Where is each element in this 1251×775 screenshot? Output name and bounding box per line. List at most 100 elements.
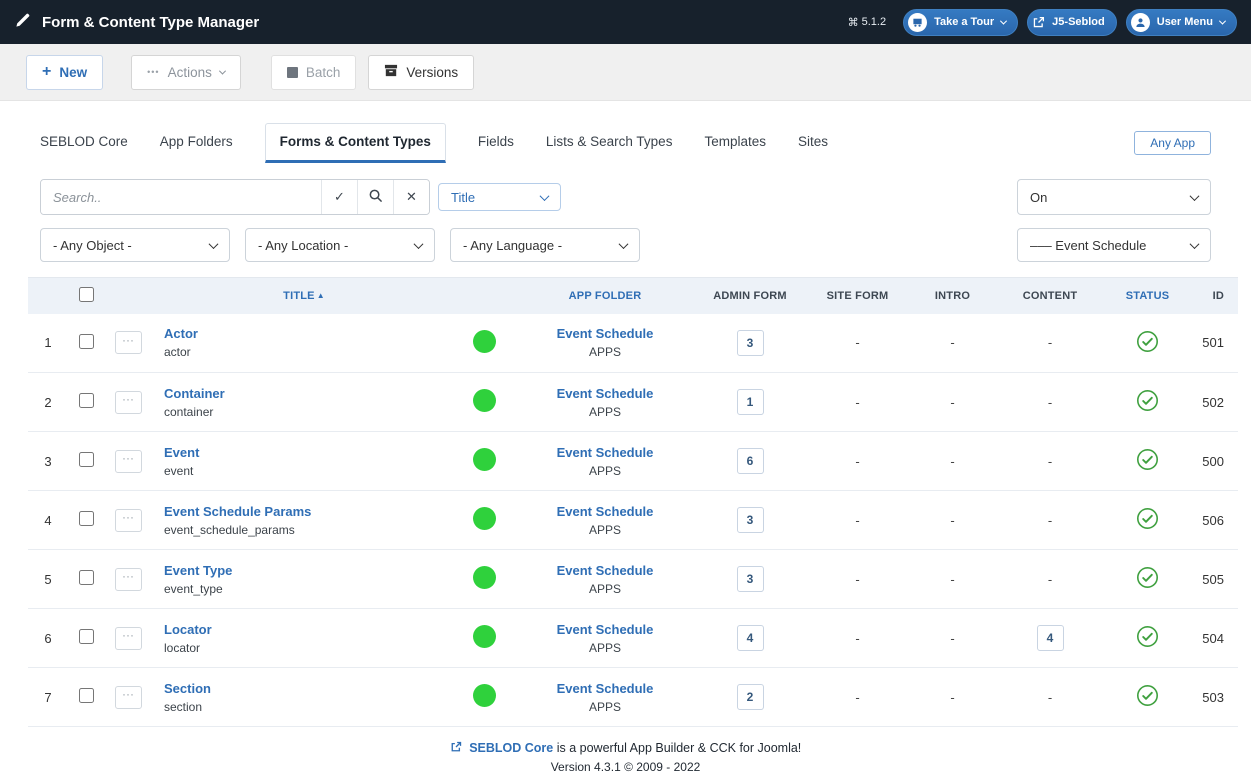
content-type-alias: container xyxy=(164,405,444,419)
chevron-down-icon xyxy=(619,239,629,249)
tab-lists-search-types[interactable]: Lists & Search Types xyxy=(546,124,673,162)
app-folder-link[interactable]: Event Schedule xyxy=(557,563,654,578)
intro-count: - xyxy=(950,631,954,646)
content-type-link[interactable]: Event Schedule Params xyxy=(164,504,311,519)
search-field-select[interactable]: Title xyxy=(438,183,561,211)
app-folder-type: APPS xyxy=(524,345,686,359)
filter-bar: ✓ ✕ Title On xyxy=(40,179,1211,215)
search-submit-button[interactable] xyxy=(357,180,393,214)
content-type-link[interactable]: Event Type xyxy=(164,563,232,578)
row-checkbox[interactable] xyxy=(79,511,94,526)
status-published-icon[interactable] xyxy=(1136,448,1159,471)
tab-templates[interactable]: Templates xyxy=(704,124,766,162)
search-input[interactable] xyxy=(41,180,321,214)
versions-button[interactable]: Versions xyxy=(368,55,474,90)
joomla-version: ⌘ 5.1.2 xyxy=(848,16,886,29)
admin-form-count[interactable]: 6 xyxy=(737,448,764,474)
language-filter-select[interactable]: - Any Language - xyxy=(450,228,640,262)
batch-button[interactable]: Batch xyxy=(271,55,357,90)
chevron-down-icon xyxy=(1000,17,1007,24)
row-checkbox[interactable] xyxy=(79,629,94,644)
table-row: 4 ··· Event Schedule Params event_schedu… xyxy=(28,491,1238,550)
row-actions-button[interactable]: ··· xyxy=(115,450,142,473)
admin-form-count[interactable]: 4 xyxy=(737,625,764,651)
any-app-button[interactable]: Any App xyxy=(1134,131,1211,155)
user-menu-button[interactable]: User Menu xyxy=(1126,9,1237,36)
admin-form-count[interactable]: 3 xyxy=(737,330,764,356)
content-type-link[interactable]: Locator xyxy=(164,622,212,637)
search-options-button[interactable]: ✓ xyxy=(321,180,357,214)
tab-forms-content-types[interactable]: Forms & Content Types xyxy=(265,123,446,163)
row-checkbox[interactable] xyxy=(79,452,94,467)
content-type-link[interactable]: Container xyxy=(164,386,225,401)
content-type-alias: event xyxy=(164,464,444,478)
new-button[interactable]: + New xyxy=(26,55,103,90)
row-actions-button[interactable]: ··· xyxy=(115,331,142,354)
app-folder-link[interactable]: Event Schedule xyxy=(557,386,654,401)
app-color-dot xyxy=(473,448,496,471)
app-folder-link[interactable]: Event Schedule xyxy=(557,504,654,519)
app-folder-type: APPS xyxy=(524,464,686,478)
take-a-tour-button[interactable]: Take a Tour xyxy=(903,9,1018,36)
col-app-color xyxy=(448,278,520,314)
status-published-icon[interactable] xyxy=(1136,684,1159,707)
actions-button[interactable]: ••• Actions xyxy=(131,55,241,90)
status-published-icon[interactable] xyxy=(1136,507,1159,530)
row-actions-button[interactable]: ··· xyxy=(115,568,142,591)
row-checkbox[interactable] xyxy=(79,688,94,703)
row-actions-button[interactable]: ··· xyxy=(115,627,142,650)
app-folder-link[interactable]: Event Schedule xyxy=(557,445,654,460)
tab-fields[interactable]: Fields xyxy=(478,124,514,162)
row-checkbox[interactable] xyxy=(79,570,94,585)
admin-form-count[interactable]: 1 xyxy=(737,389,764,415)
content-types-table: TITLE▲ APP FOLDER ADMIN FORM SITE FORM I… xyxy=(28,277,1238,727)
col-title[interactable]: TITLE▲ xyxy=(152,278,448,314)
content-type-link[interactable]: Section xyxy=(164,681,211,696)
app-folder-link[interactable]: Event Schedule xyxy=(557,622,654,637)
row-actions-button[interactable]: ··· xyxy=(115,686,142,709)
seblod-core-link[interactable]: SEBLOD Core xyxy=(469,741,553,755)
joomla-icon: ⌘ xyxy=(848,16,859,29)
content-count: - xyxy=(1048,395,1052,410)
tab-sites[interactable]: Sites xyxy=(798,124,828,162)
state-filter-select[interactable]: On xyxy=(1017,179,1211,215)
row-checkbox[interactable] xyxy=(79,393,94,408)
page-title: Form & Content Type Manager xyxy=(42,14,259,31)
row-actions-button[interactable]: ··· xyxy=(115,509,142,532)
location-filter-select[interactable]: - Any Location - xyxy=(245,228,435,262)
tab-app-folders[interactable]: App Folders xyxy=(160,124,233,162)
admin-form-count[interactable]: 2 xyxy=(737,684,764,710)
row-actions-button[interactable]: ··· xyxy=(115,391,142,414)
app-folder-link[interactable]: Event Schedule xyxy=(557,326,654,341)
col-status[interactable]: STATUS xyxy=(1100,278,1195,314)
admin-form-count[interactable]: 3 xyxy=(737,507,764,533)
j5-seblod-button[interactable]: J5-Seblod xyxy=(1027,9,1117,36)
content-type-alias: event_schedule_params xyxy=(164,523,444,537)
app-folder-link[interactable]: Event Schedule xyxy=(557,681,654,696)
col-app-folder[interactable]: APP FOLDER xyxy=(520,278,690,314)
col-site-form: SITE FORM xyxy=(810,278,905,314)
content-type-link[interactable]: Event xyxy=(164,445,199,460)
app-color-dot xyxy=(473,625,496,648)
search-clear-button[interactable]: ✕ xyxy=(393,180,429,214)
row-id: 504 xyxy=(1195,609,1238,668)
app-filter-select[interactable]: ––– Event Schedule xyxy=(1017,228,1211,262)
status-published-icon[interactable] xyxy=(1136,330,1159,353)
select-all-checkbox[interactable] xyxy=(79,287,94,302)
status-published-icon[interactable] xyxy=(1136,566,1159,589)
row-number: 1 xyxy=(28,314,68,373)
content-count[interactable]: 4 xyxy=(1037,625,1064,651)
tour-icon xyxy=(908,13,927,32)
content-type-alias: actor xyxy=(164,345,444,359)
admin-form-count[interactable]: 3 xyxy=(737,566,764,592)
tab-seblod-core[interactable]: SEBLOD Core xyxy=(40,124,128,162)
content-count: - xyxy=(1048,572,1052,587)
status-published-icon[interactable] xyxy=(1136,389,1159,412)
object-filter-select[interactable]: - Any Object - xyxy=(40,228,230,262)
close-icon: ✕ xyxy=(406,189,417,205)
status-published-icon[interactable] xyxy=(1136,625,1159,648)
content-type-link[interactable]: Actor xyxy=(164,326,198,341)
batch-icon xyxy=(287,67,298,78)
row-checkbox[interactable] xyxy=(79,334,94,349)
row-number: 7 xyxy=(28,668,68,727)
